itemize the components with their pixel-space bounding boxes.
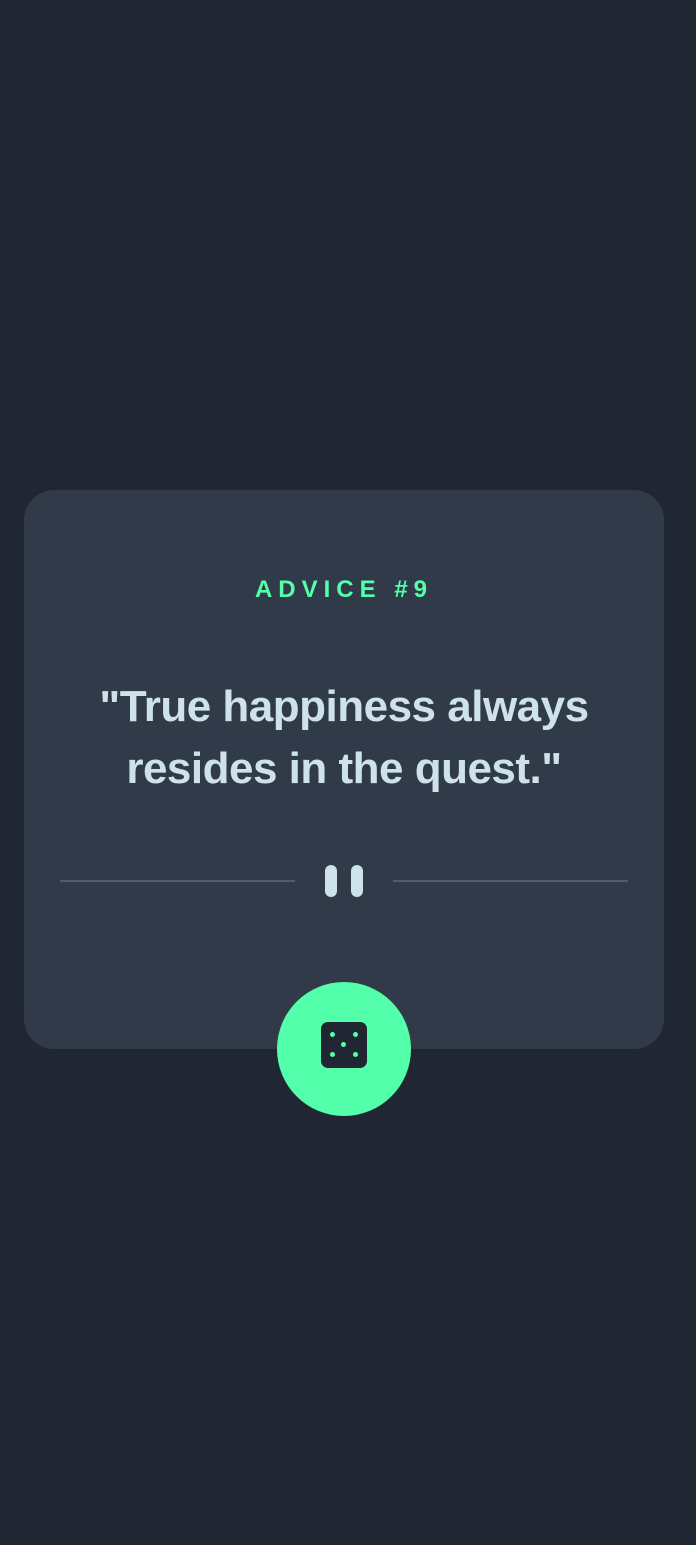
dice-dot: [353, 1032, 358, 1037]
advice-quote: "True happiness always resides in the qu…: [99, 682, 589, 793]
dice-dot: [341, 1042, 346, 1047]
dice-icon: [321, 1022, 367, 1068]
dice-dot: [330, 1032, 335, 1037]
pause-bar-left: [325, 865, 337, 897]
pause-bar-right: [351, 865, 363, 897]
new-advice-button[interactable]: [277, 982, 411, 1116]
advice-id-label: ADVICE #9: [254, 576, 434, 603]
dice-dot: [353, 1052, 358, 1057]
pattern-divider: [60, 862, 628, 900]
divider-line-left: [60, 880, 295, 882]
advice-card: ADVICE #9 "True happiness always resides…: [24, 490, 664, 1049]
dice-dot: [330, 1052, 335, 1057]
divider-line-right: [393, 880, 628, 882]
